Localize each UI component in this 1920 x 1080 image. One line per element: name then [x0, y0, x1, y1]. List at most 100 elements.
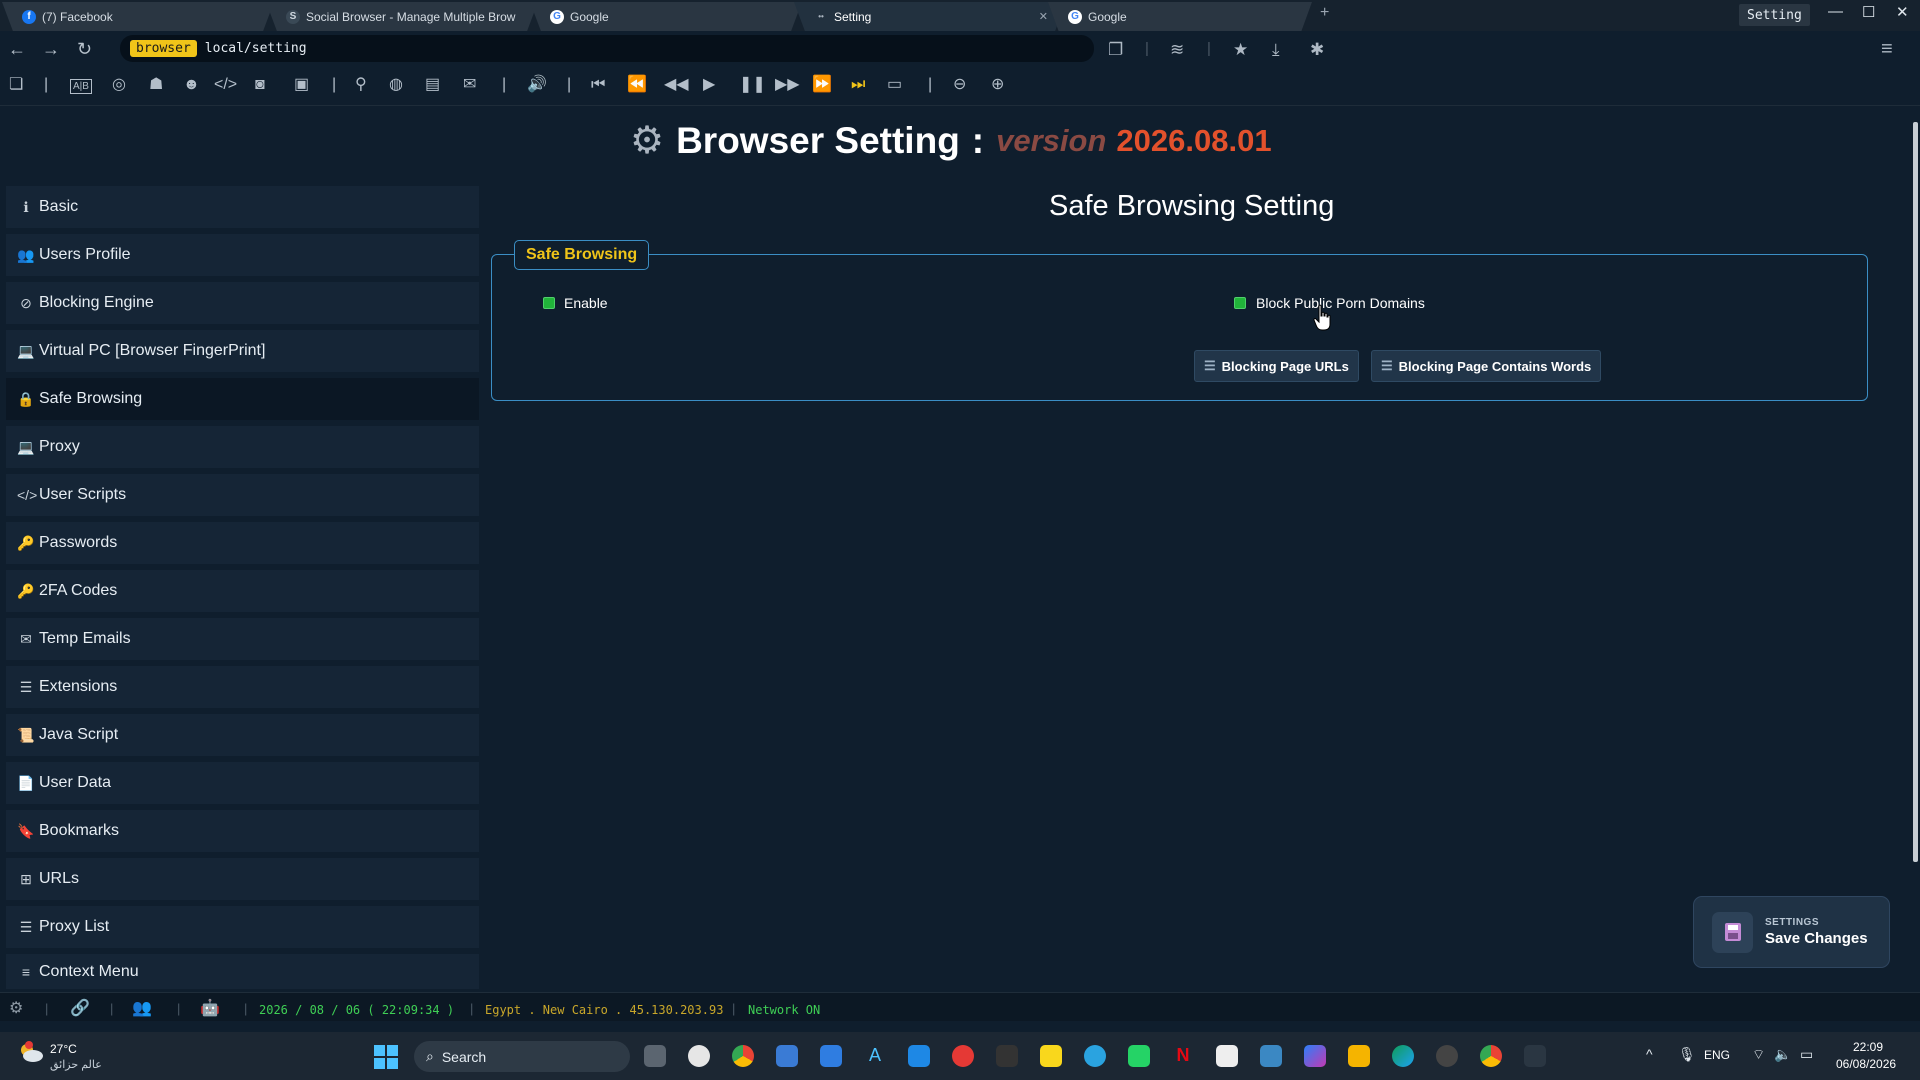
game-icon[interactable]: [996, 1045, 1018, 1067]
enable-checkbox[interactable]: [543, 297, 555, 309]
star-icon[interactable]: ★: [1233, 40, 1248, 60]
task-view-icon[interactable]: [644, 1045, 666, 1067]
layers-icon[interactable]: ≋: [1170, 40, 1184, 60]
desktop-icon[interactable]: ▭: [887, 76, 902, 94]
block-porn-domains-checkbox[interactable]: [1234, 297, 1246, 309]
code-icon[interactable]: </>: [214, 76, 237, 94]
chrome-app-icon[interactable]: [732, 1045, 754, 1067]
sidebar-item-proxy-list[interactable]: ☰ Proxy List: [6, 906, 479, 949]
speaker-icon[interactable]: 🔈: [1774, 1046, 1791, 1063]
scrollbar-thumb[interactable]: [1913, 122, 1918, 862]
forward-media-icon[interactable]: ▶▶: [775, 76, 800, 94]
toolbox-icon[interactable]: ▤: [425, 76, 440, 94]
microphone-icon[interactable]: 🎙: [1678, 1046, 1696, 1063]
play-icon[interactable]: ▶: [703, 76, 715, 94]
sticky-notes-icon[interactable]: [1040, 1045, 1062, 1067]
ghost-icon[interactable]: ☗: [149, 76, 163, 94]
telegram-icon[interactable]: [1084, 1045, 1106, 1067]
link-icon[interactable]: 🔗: [70, 998, 90, 1018]
forward-icon[interactable]: →: [42, 39, 60, 60]
edge-icon[interactable]: [1392, 1045, 1414, 1067]
sidebar-item-passwords[interactable]: 🔑 Passwords: [6, 522, 479, 565]
back-icon[interactable]: ←: [8, 39, 26, 60]
save-changes-card[interactable]: SETTINGS Save Changes: [1693, 896, 1890, 968]
sidebar-item-extensions[interactable]: ☰ Extensions: [6, 666, 479, 709]
sidebar-item-urls[interactable]: ⊞ URLs: [6, 858, 479, 901]
step-backward-icon[interactable]: ⏮: [591, 76, 605, 94]
envelope-icon[interactable]: ✉: [463, 76, 476, 94]
sidebar-item-virtual-pc[interactable]: 💻 Virtual PC [Browser FingerPrint]: [6, 330, 479, 373]
sidebar-item-bookmarks[interactable]: 🔖 Bookmarks: [6, 810, 479, 853]
sidebar-item-user-data[interactable]: 📄 User Data: [6, 762, 479, 805]
globe-icon[interactable]: ◍: [389, 76, 403, 94]
mail-icon[interactable]: [820, 1045, 842, 1067]
pause-icon[interactable]: ❚❚: [739, 76, 766, 94]
file-explorer-icon[interactable]: [1348, 1045, 1370, 1067]
battery-icon[interactable]: ▭: [1800, 1046, 1813, 1063]
sidebar-item-blocking-engine[interactable]: ⊘ Blocking Engine: [6, 282, 479, 325]
zoom-out-icon[interactable]: ⊖: [953, 76, 966, 94]
tab-facebook[interactable]: f (7) Facebook: [2, 2, 274, 31]
reload-icon[interactable]: ↻: [77, 39, 92, 60]
chevron-up-icon[interactable]: ^: [1646, 1046, 1653, 1062]
taskbar-search[interactable]: ⌕ Search: [414, 1041, 630, 1072]
address-bar[interactable]: browser local/setting: [120, 35, 1094, 62]
close-window-button[interactable]: ✕: [1896, 3, 1909, 21]
tab-social-browser[interactable]: S Social Browser - Manage Multiple Brow: [266, 2, 538, 31]
windows-start-icon[interactable]: [374, 1045, 398, 1069]
blocking-page-words-button[interactable]: ☰ Blocking Page Contains Words: [1371, 350, 1602, 382]
user-secret-icon[interactable]: ☻: [183, 76, 200, 94]
sidebar-item-safe-browsing[interactable]: 🔒 Safe Browsing: [6, 378, 479, 421]
photos-icon[interactable]: [908, 1045, 930, 1067]
remote-desktop-icon[interactable]: [1260, 1045, 1282, 1067]
translate-icon[interactable]: A|B: [70, 79, 92, 94]
sidebar-item-basic[interactable]: ℹ Basic: [6, 186, 479, 229]
sidebar-item-user-scripts[interactable]: </> User Scripts: [6, 474, 479, 517]
anydesk-icon[interactable]: [952, 1045, 974, 1067]
copilot-icon[interactable]: [1304, 1045, 1326, 1067]
tab-setting[interactable]: •• Setting ✕: [794, 2, 1066, 31]
close-tab-icon[interactable]: ✕: [1039, 10, 1048, 23]
robot-icon[interactable]: 🤖: [200, 998, 220, 1018]
map-marker-icon[interactable]: ⚲: [355, 76, 367, 94]
tabs-icon[interactable]: ❏: [9, 76, 23, 94]
clock-time[interactable]: 22:09: [1853, 1040, 1883, 1054]
minimize-button[interactable]: —: [1828, 3, 1843, 20]
chatgpt-icon[interactable]: [688, 1045, 710, 1067]
wifi-icon[interactable]: ⌔: [1752, 1046, 1765, 1064]
chrome-2-icon[interactable]: [1480, 1045, 1502, 1067]
netflix-icon[interactable]: N: [1172, 1045, 1194, 1067]
clock-date[interactable]: 06/08/2026: [1836, 1057, 1896, 1071]
chrome-icon[interactable]: ◎: [112, 76, 126, 94]
zoom-in-icon[interactable]: ⊕: [991, 76, 1004, 94]
blocking-page-urls-button[interactable]: ☰ Blocking Page URLs: [1194, 350, 1359, 382]
users-icon[interactable]: 👥: [132, 998, 152, 1018]
save-icon[interactable]: ▣: [294, 76, 309, 94]
font-app-icon[interactable]: A: [864, 1045, 886, 1067]
sidebar-item-temp-emails[interactable]: ✉ Temp Emails: [6, 618, 479, 661]
fast-forward-icon[interactable]: ⏩: [812, 76, 832, 94]
chatgpt-2-icon[interactable]: [1436, 1045, 1458, 1067]
weather-cloud-icon[interactable]: [18, 1041, 44, 1063]
backward-icon[interactable]: ◀◀: [664, 76, 689, 94]
store-icon[interactable]: [776, 1045, 798, 1067]
sidebar-item-users-profile[interactable]: 👥 Users Profile: [6, 234, 479, 277]
sidebar-item-context-menu[interactable]: ≡ Context Menu: [6, 954, 479, 990]
social-browser-app-icon[interactable]: [1524, 1045, 1546, 1067]
download-icon[interactable]: ⤓: [1272, 40, 1280, 60]
language-indicator[interactable]: ENG: [1704, 1048, 1730, 1062]
fast-backward-icon[interactable]: ⏪: [627, 76, 647, 94]
gear-icon[interactable]: ⚙: [9, 998, 23, 1018]
tab-google-2[interactable]: G Google: [1048, 2, 1312, 31]
sidebar-item-java-script[interactable]: 📜 Java Script: [6, 714, 479, 757]
sidebar-item-proxy[interactable]: 💻 Proxy: [6, 426, 479, 469]
snipping-tool-icon[interactable]: [1216, 1045, 1238, 1067]
menu-icon[interactable]: ≡: [1881, 38, 1893, 61]
tab-google[interactable]: G Google: [530, 2, 802, 31]
extension-icon[interactable]: ✱: [1310, 40, 1324, 60]
new-tab-button[interactable]: +: [1320, 4, 1329, 22]
step-forward-icon[interactable]: ⏭: [851, 76, 865, 94]
camera-icon[interactable]: ◙: [255, 76, 265, 94]
volume-icon[interactable]: 🔊: [527, 76, 547, 94]
maximize-button[interactable]: ☐: [1862, 3, 1875, 21]
